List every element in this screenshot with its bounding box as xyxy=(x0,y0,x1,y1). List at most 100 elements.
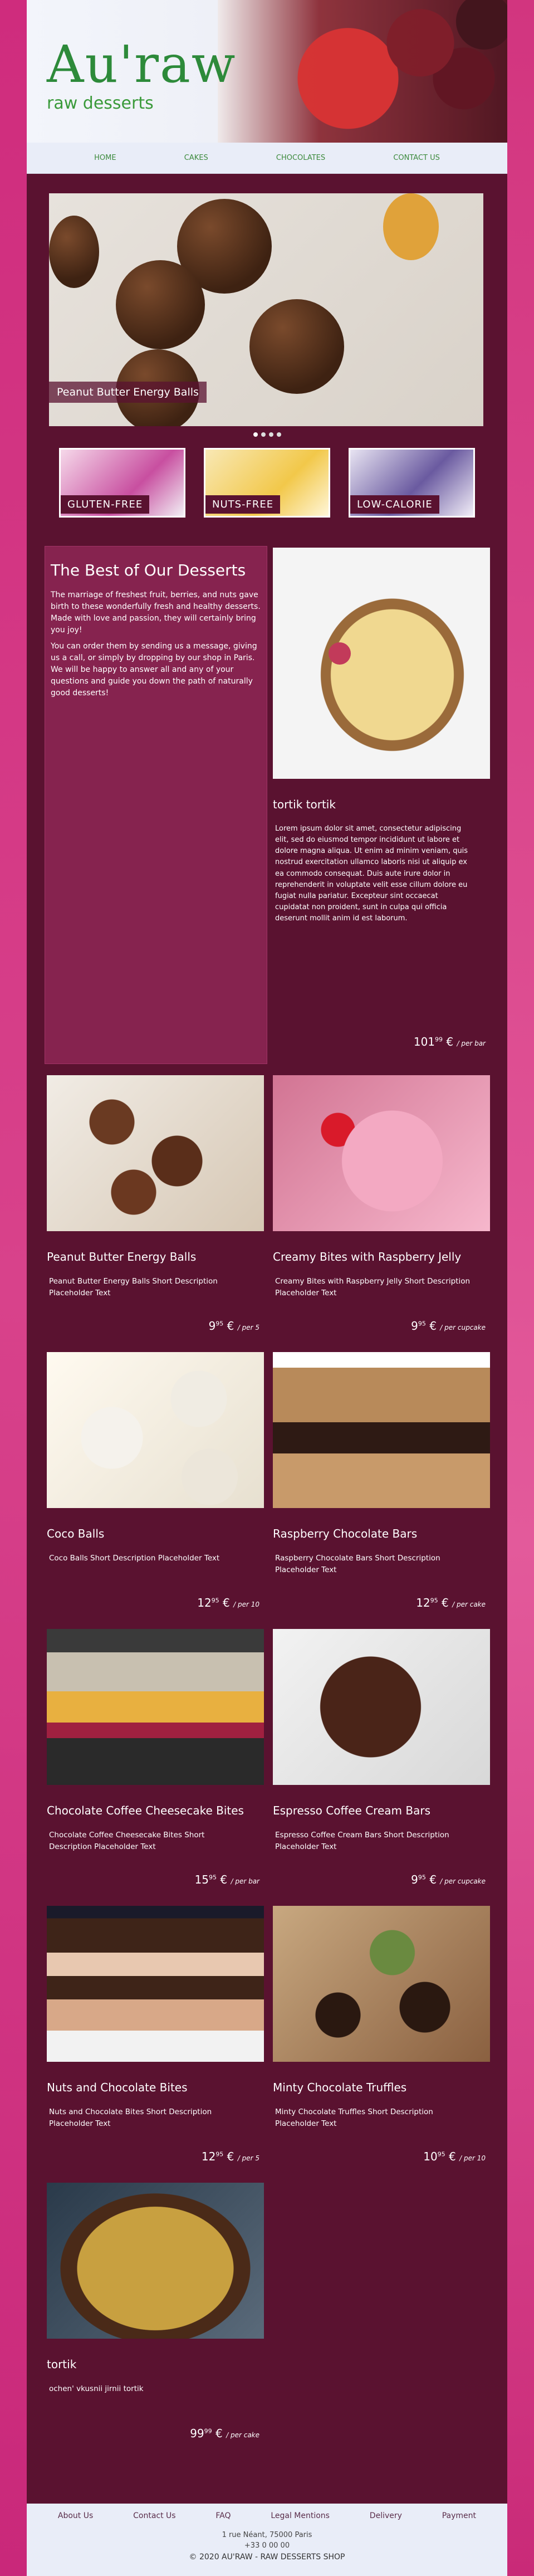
product-image xyxy=(273,1075,490,1231)
category-nuts-free[interactable]: NUTS-FREE xyxy=(204,448,330,518)
price-currency: € xyxy=(227,2150,234,2163)
price-currency: € xyxy=(429,1319,437,1333)
slider-dot[interactable] xyxy=(261,432,266,437)
price-currency: € xyxy=(220,1873,228,1886)
background-left xyxy=(0,0,27,2576)
product-card[interactable]: Nuts and Chocolate Bites Nuts and Chocola… xyxy=(47,1906,264,2168)
price-integer: 12 xyxy=(416,1596,430,1609)
product-card[interactable]: Peanut Butter Energy Balls Peanut Butter … xyxy=(47,1075,264,1337)
product-card[interactable]: tortik ochen' vkusnii jirnii tortik 9999 €… xyxy=(47,2183,264,2445)
product-image xyxy=(47,2183,264,2339)
product-description: Espresso Coffee Cream Bars Short Descrip… xyxy=(275,1831,449,1851)
footer-about-link[interactable]: About Us xyxy=(58,2511,93,2520)
product-title: Creamy Bites with Raspberry Jelly xyxy=(273,1250,462,1263)
price-currency: € xyxy=(449,2150,456,2163)
product-price: 10199 € / per bar xyxy=(414,1035,486,1048)
product-description: Creamy Bites with Raspberry Jelly Short … xyxy=(275,1277,471,1297)
main-nav: HOME CAKES CHOCOLATES CONTACT US xyxy=(27,143,507,174)
footer-links: About Us Contact Us FAQ Legal Mentions D… xyxy=(27,2504,507,2528)
product-card[interactable]: Minty Chocolate Truffles Minty Chocolate … xyxy=(273,1906,490,2168)
price-unit: / per cupcake xyxy=(440,1324,486,1331)
product-description: ochen' vkusnii jirnii tortik xyxy=(49,2384,144,2393)
page-container: Au'raw raw desserts HOME CAKES CHOCOLATE… xyxy=(27,0,507,2576)
slider-dots xyxy=(27,432,507,437)
footer-legal-link[interactable]: Legal Mentions xyxy=(271,2511,330,2520)
price-unit: / per cake xyxy=(226,2431,259,2439)
product-price: 9999 € / per cake xyxy=(190,2427,259,2440)
price-decimal: 95 xyxy=(211,1597,219,1604)
price-integer: 15 xyxy=(194,1873,209,1886)
energy-ball-image xyxy=(249,299,344,394)
product-title: Espresso Coffee Cream Bars xyxy=(273,1804,430,1817)
slider-dot[interactable] xyxy=(253,432,258,437)
product-card[interactable]: Raspberry Chocolate Bars Raspberry Chocol… xyxy=(273,1352,490,1614)
footer-faq-link[interactable]: FAQ xyxy=(215,2511,231,2520)
nav-contact[interactable]: CONTACT US xyxy=(393,154,440,162)
price-decimal: 95 xyxy=(215,1320,224,1328)
footer-phone: +33 0 00 00 xyxy=(244,2541,290,2550)
price-integer: 101 xyxy=(413,1035,435,1048)
footer-address: 1 rue Néant, 75000 Paris xyxy=(222,2531,312,2539)
product-price: 1295 € / per 5 xyxy=(202,2150,259,2163)
nav-cakes[interactable]: CAKES xyxy=(184,154,208,162)
product-card[interactable]: Chocolate Coffee Cheesecake Bites Chocola… xyxy=(47,1629,264,1891)
price-integer: 10 xyxy=(423,2150,438,2163)
product-title: Coco Balls xyxy=(47,1527,105,1540)
price-currency: € xyxy=(442,1596,449,1609)
product-description: Raspberry Chocolate Bars Short Descripti… xyxy=(275,1554,440,1574)
footer-delivery-link[interactable]: Delivery xyxy=(370,2511,402,2520)
energy-ball-image xyxy=(49,216,99,288)
price-unit: / per 10 xyxy=(459,2154,486,2162)
product-description: Coco Balls Short Description Placeholder… xyxy=(49,1554,220,1563)
product-description: Lorem ipsum dolor sit amet, consectetur … xyxy=(275,824,468,923)
price-integer: 9 xyxy=(208,1319,216,1333)
nav-chocolates[interactable]: CHOCOLATES xyxy=(276,154,325,162)
category-label: LOW-CALORIE xyxy=(350,495,439,514)
product-card[interactable]: Espresso Coffee Cream Bars Espresso Coffe… xyxy=(273,1629,490,1891)
footer-info: 1 rue Néant, 75000 Paris +33 0 00 00 © 2… xyxy=(27,2528,507,2576)
product-price: 995 € / per cupcake xyxy=(411,1873,486,1886)
product-description: Chocolate Coffee Cheesecake Bites Short … xyxy=(49,1831,205,1851)
product-title: Nuts and Chocolate Bites xyxy=(47,2081,188,2094)
price-integer: 12 xyxy=(201,2150,216,2163)
price-unit: / per cake xyxy=(452,1601,486,1608)
footer-payment-link[interactable]: Payment xyxy=(442,2511,476,2520)
logo-tagline: raw desserts xyxy=(47,94,154,113)
site-header: Au'raw raw desserts xyxy=(27,0,507,143)
category-label: NUTS-FREE xyxy=(205,495,281,514)
energy-ball-image xyxy=(116,260,205,349)
product-image xyxy=(47,1075,264,1231)
price-currency: € xyxy=(227,1319,234,1333)
price-currency: € xyxy=(446,1035,454,1048)
logo[interactable]: Au'raw raw desserts xyxy=(47,39,303,139)
featured-product-card[interactable]: tortik tortik Lorem ipsum dolor sit amet… xyxy=(273,548,490,1066)
product-card[interactable]: Coco Balls Coco Balls Short Description P… xyxy=(47,1352,264,1614)
price-unit: / per 10 xyxy=(233,1601,259,1608)
product-price: 995 € / per cupcake xyxy=(411,1319,486,1333)
price-decimal: 99 xyxy=(204,2427,212,2435)
product-price: 1295 € / per cake xyxy=(416,1596,486,1609)
price-decimal: 95 xyxy=(418,1874,426,1881)
product-description: Minty Chocolate Truffles Short Descripti… xyxy=(275,2107,433,2128)
price-integer: 99 xyxy=(190,2427,204,2440)
price-currency: € xyxy=(215,2427,223,2440)
product-image xyxy=(47,1629,264,1785)
nav-home[interactable]: HOME xyxy=(94,154,116,162)
price-integer: 9 xyxy=(411,1873,418,1886)
product-price: 1295 € / per 10 xyxy=(197,1596,259,1609)
product-image xyxy=(273,1352,490,1508)
price-decimal: 95 xyxy=(209,1874,217,1881)
price-integer: 12 xyxy=(197,1596,212,1609)
category-low-calorie[interactable]: LOW-CALORIE xyxy=(349,448,475,518)
intro-paragraph: The marriage of freshest fruit, berries,… xyxy=(51,591,261,635)
product-image xyxy=(273,1629,490,1785)
product-card[interactable]: Creamy Bites with Raspberry Jelly Creamy … xyxy=(273,1075,490,1337)
hero-slider[interactable]: Peanut Butter Energy Balls xyxy=(49,193,483,426)
slider-dot[interactable] xyxy=(268,432,273,437)
price-currency: € xyxy=(223,1596,230,1609)
category-gluten-free[interactable]: GLUTEN-FREE xyxy=(59,448,185,518)
product-description: Peanut Butter Energy Balls Short Descrip… xyxy=(49,1277,218,1297)
footer-contact-link[interactable]: Contact Us xyxy=(133,2511,175,2520)
slider-dot[interactable] xyxy=(276,432,281,437)
price-unit: / per 5 xyxy=(237,1324,259,1331)
